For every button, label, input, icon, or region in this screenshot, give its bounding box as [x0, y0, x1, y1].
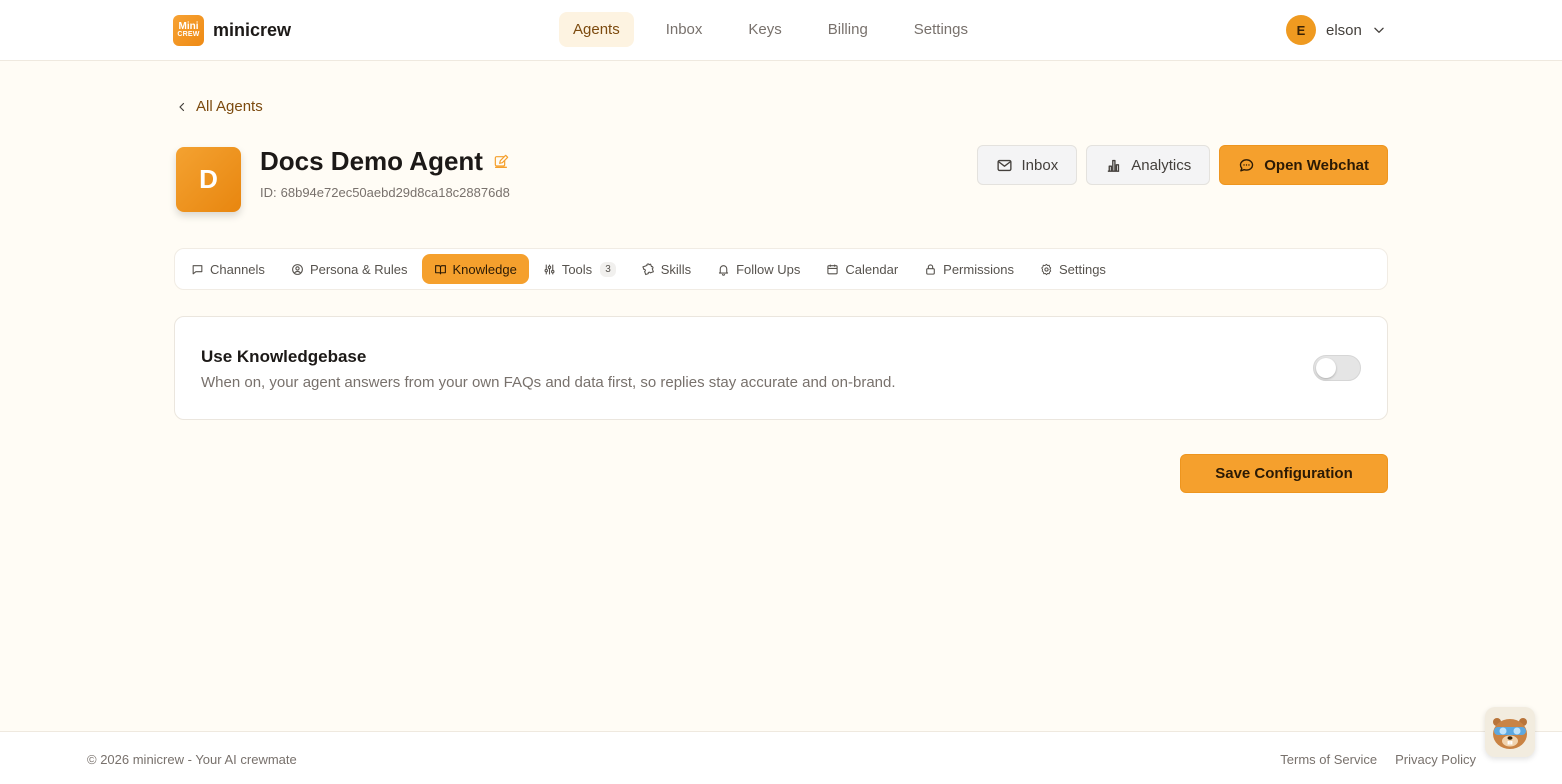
tab-label: Channels	[210, 261, 265, 277]
agent-name: Docs Demo Agent	[260, 146, 483, 176]
terms-of-service-link[interactable]: Terms of Service	[1280, 752, 1377, 767]
footer-links: Terms of Service Privacy Policy	[1280, 752, 1476, 767]
knowledgebase-title: Use Knowledgebase	[201, 347, 367, 366]
user-name: elson	[1326, 21, 1362, 39]
tab-label: Calendar	[845, 261, 899, 277]
back-link-label: All Agents	[196, 98, 263, 115]
chevron-left-icon	[179, 102, 185, 111]
agent-title: Docs Demo Agent	[260, 146, 509, 177]
brand-name: minicrew	[213, 20, 292, 40]
puzzle-icon	[642, 262, 654, 275]
tab-label: Tools	[561, 261, 593, 277]
tab-follow-ups[interactable]: Follow Ups	[705, 254, 812, 284]
copyright-text: © 2026 minicrew - Your AI crewmate	[87, 752, 297, 767]
tab-persona-rules[interactable]: Persona & Rules	[279, 254, 420, 284]
open-webchat-button-label: Open Webchat	[1264, 156, 1369, 174]
beaver-mascot-icon	[1493, 718, 1527, 749]
tab-label: Persona & Rules	[309, 261, 408, 277]
tab-label: Skills	[660, 261, 692, 277]
chat-bubble-icon	[1240, 158, 1254, 171]
tab-calendar[interactable]: Calendar	[814, 254, 910, 284]
calendar-icon	[827, 264, 839, 274]
tab-settings[interactable]: Settings	[1028, 254, 1118, 284]
tab-tools[interactable]: Tools 3	[531, 254, 628, 284]
main-nav: Agents Inbox Keys Billing Settings	[559, 12, 982, 47]
inbox-button-label: Inbox	[1021, 156, 1059, 174]
open-webchat-button[interactable]: Open Webchat	[1219, 145, 1388, 185]
agent-id-label: ID:	[260, 185, 277, 200]
toggle-knob	[1316, 358, 1336, 378]
nav-agents[interactable]: Agents	[559, 12, 634, 47]
mail-icon	[996, 159, 1012, 171]
mascot-chat-widget[interactable]	[1485, 707, 1535, 757]
back-to-agents-link[interactable]: All Agents	[176, 98, 263, 115]
bar-chart-icon	[1108, 159, 1120, 172]
user-circle-icon	[292, 263, 303, 275]
book-open-icon	[434, 264, 446, 274]
agent-id-value: 68b94e72ec50aebd29d8ca18c28876d8	[280, 185, 510, 200]
tab-channels[interactable]: Channels	[179, 254, 277, 284]
knowledgebase-description: When on, your agent answers from your ow…	[201, 374, 896, 391]
tab-knowledge[interactable]: Knowledge	[421, 254, 529, 284]
agent-id: ID: 68b94e72ec50aebd29d8ca18c28876d8	[260, 185, 510, 200]
knowledgebase-card: Use Knowledgebase When on, your agent an…	[174, 316, 1388, 420]
user-avatar: E	[1286, 15, 1316, 45]
minicrew-logo-icon: Mini CREW	[173, 15, 204, 46]
chevron-down-icon	[1374, 27, 1384, 33]
privacy-policy-link[interactable]: Privacy Policy	[1395, 752, 1476, 767]
inbox-button[interactable]: Inbox	[976, 145, 1078, 185]
agent-tabs: Channels Persona & Rules Knowledge Tools…	[174, 248, 1388, 290]
footer: © 2026 minicrew - Your AI crewmate Terms…	[0, 731, 1562, 784]
analytics-button-label: Analytics	[1131, 156, 1192, 174]
tab-label: Settings	[1058, 261, 1106, 277]
user-menu[interactable]: E elson	[1286, 15, 1386, 45]
nav-keys[interactable]: Keys	[734, 12, 795, 47]
tab-label: Follow Ups	[736, 261, 801, 277]
tab-permissions[interactable]: Permissions	[912, 254, 1026, 284]
nav-inbox[interactable]: Inbox	[652, 12, 717, 47]
sliders-icon	[544, 264, 555, 274]
top-navbar: Mini CREW minicrew Agents Inbox Keys Bil…	[0, 0, 1562, 61]
logo-text-bottom: CREW	[177, 30, 200, 38]
tab-label: Knowledge	[452, 261, 517, 277]
agent-actions: Inbox Analytics Open Webchat	[976, 145, 1388, 185]
agent-avatar: D	[176, 147, 241, 212]
brand[interactable]: Mini CREW minicrew	[173, 15, 291, 46]
analytics-button[interactable]: Analytics	[1086, 145, 1211, 185]
tools-count-badge: 3	[600, 261, 616, 277]
message-square-icon	[192, 264, 203, 274]
tab-skills[interactable]: Skills	[630, 254, 703, 284]
lock-icon	[926, 263, 935, 275]
nav-billing[interactable]: Billing	[814, 12, 882, 47]
knowledgebase-toggle[interactable]	[1313, 355, 1361, 381]
edit-pencil-icon[interactable]	[493, 154, 509, 170]
gear-icon	[1041, 263, 1052, 275]
save-configuration-button[interactable]: Save Configuration	[1180, 454, 1388, 493]
nav-settings[interactable]: Settings	[900, 12, 982, 47]
tab-label: Permissions	[943, 261, 1014, 277]
bell-icon	[718, 264, 729, 276]
